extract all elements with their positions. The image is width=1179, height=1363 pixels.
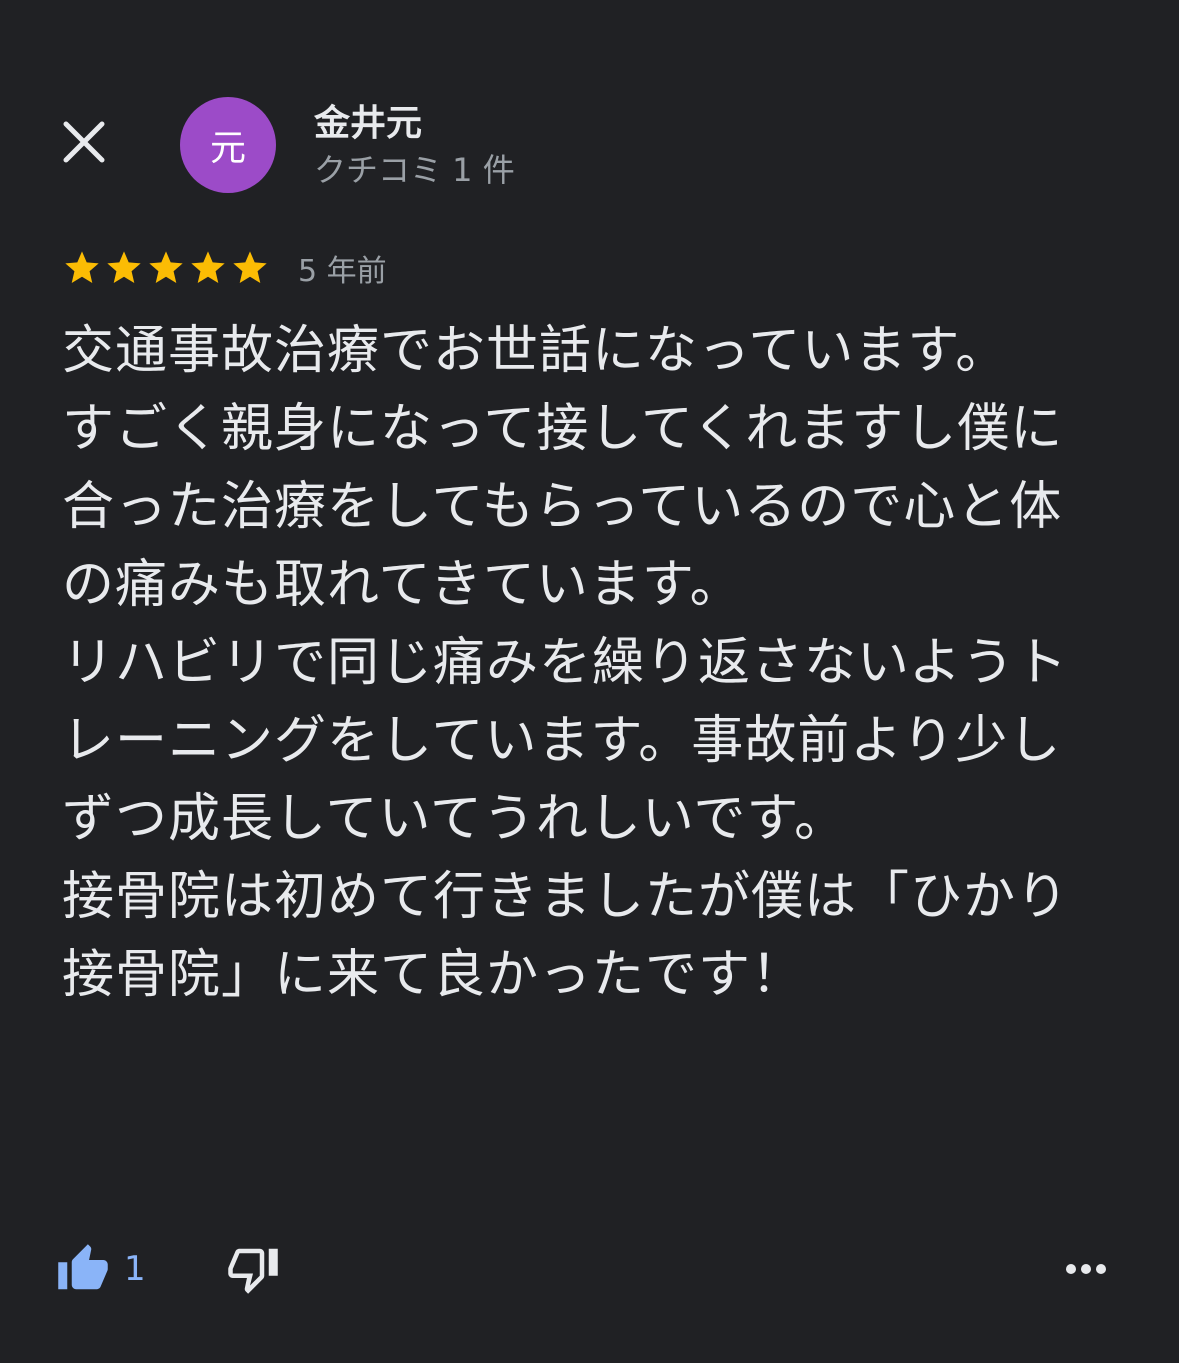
- dislike-button[interactable]: [226, 1234, 280, 1304]
- close-button[interactable]: [54, 112, 114, 172]
- star-icon: [233, 251, 267, 283]
- star-icon: [107, 251, 141, 283]
- star-rating: [62, 248, 272, 288]
- avatar[interactable]: 元: [180, 97, 276, 193]
- like-button[interactable]: 1: [56, 1234, 146, 1304]
- review-text: 交通事故治療でお世話になっています。 すごく親身になって接してくれますし僕に合っ…: [62, 321, 1070, 1005]
- more-horizontal-icon: [1066, 1264, 1106, 1274]
- reviewer-name[interactable]: 金井元: [314, 100, 422, 148]
- star-icon: [149, 251, 183, 283]
- review-detail-page: 元 金井元 クチコミ 1 件 5 年前 交通事故治療でお世話になっています。 す…: [0, 0, 1179, 1363]
- thumbs-down-icon: [228, 1248, 278, 1294]
- review-date: 5 年前: [298, 254, 387, 289]
- star-icon: [191, 251, 225, 283]
- thumbs-up-icon: [58, 1244, 108, 1290]
- like-count: 1: [124, 1249, 146, 1289]
- review-actions: 1: [56, 1234, 1116, 1304]
- close-icon: [63, 121, 105, 163]
- star-icon: [65, 251, 99, 283]
- reviewer-review-count: クチコミ 1 件: [314, 151, 515, 189]
- rating-row: 5 年前: [62, 244, 387, 292]
- more-options-button[interactable]: [1056, 1234, 1116, 1304]
- avatar-initial: 元: [209, 128, 246, 169]
